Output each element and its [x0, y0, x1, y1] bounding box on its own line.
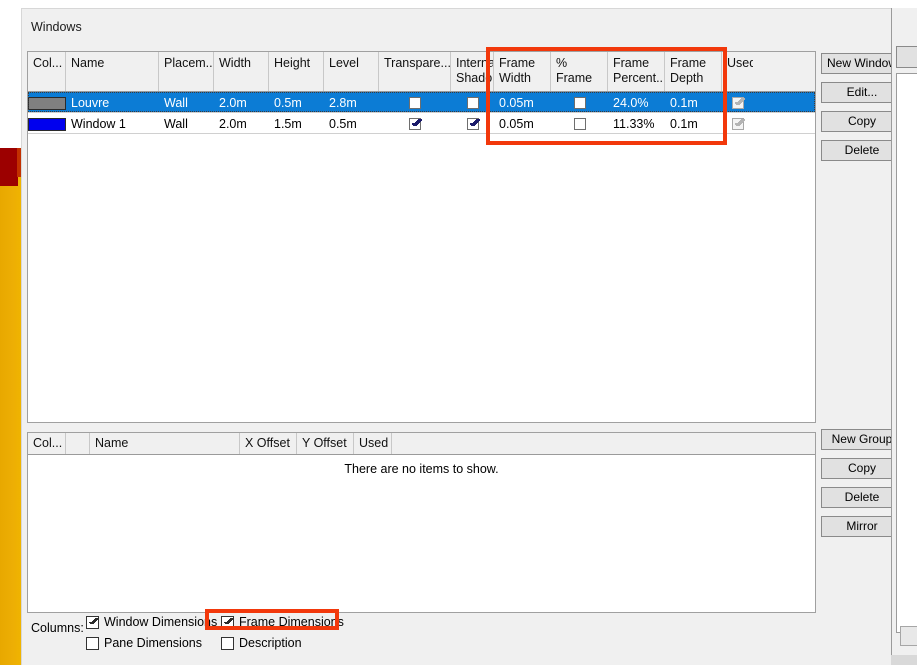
table-row[interactable]: Louvre Wall 2.0m 0.5m 2.8m 0.05m 24.0% 0.1m — [28, 92, 815, 112]
checkbox-unchecked[interactable] — [86, 636, 99, 650]
column-header[interactable]: Used — [722, 52, 753, 91]
windows-table[interactable]: Col... Name Placem... Width Height Level Trans… — [27, 51, 816, 423]
used-cell — [722, 113, 753, 133]
percent-frame-cell — [551, 92, 608, 112]
frame-percent-cell: 24.0% — [613, 96, 649, 110]
column-header[interactable]: Frame Depth — [665, 52, 722, 91]
width-cell: 2.0m — [219, 96, 247, 110]
column-header[interactable] — [66, 433, 90, 454]
frame-percent-cell: 11.33% — [613, 117, 655, 131]
column-header[interactable]: % Frame — [551, 52, 608, 91]
right-cutoff-list[interactable] — [896, 73, 917, 633]
column-option-label: Window Dimensions — [104, 615, 218, 629]
column-header[interactable]: Name — [66, 52, 159, 91]
windows-table-body[interactable]: Louvre Wall 2.0m 0.5m 2.8m 0.05m 24.0% 0.1m Wind… — [28, 92, 815, 134]
internal-shadow-cell — [451, 113, 494, 133]
column-option-pane-dimensions[interactable]: Pane Dimensions — [86, 636, 202, 650]
checkbox-checked[interactable] — [466, 118, 479, 130]
column-header[interactable]: Level — [324, 52, 379, 91]
column-option-frame-dimensions[interactable]: Frame Dimensions — [221, 615, 344, 629]
columns-label: Columns: — [31, 621, 84, 635]
column-option-description[interactable]: Description — [221, 636, 302, 650]
frame-depth-cell: 0.1m — [670, 117, 698, 131]
column-header[interactable]: Y Offset — [297, 433, 354, 454]
checkbox-unchecked[interactable] — [221, 636, 234, 650]
transparent-cell — [379, 92, 451, 112]
table-row[interactable]: Window 1 Wall 2.0m 1.5m 0.5m 0.05m 11.33% 0.1m — [28, 113, 815, 133]
pane-groups-table-header: Col... Name X Offset Y Offset Used — [28, 433, 815, 455]
frame-depth-cell: 0.1m — [670, 96, 698, 110]
color-swatch[interactable] — [28, 117, 66, 131]
column-header[interactable]: Col... — [28, 433, 66, 454]
bottom-strip — [891, 655, 917, 665]
placement-cell: Wall — [164, 96, 188, 110]
right-cutoff-small-button[interactable] — [900, 626, 917, 646]
column-header[interactable]: Width — [214, 52, 269, 91]
placement-cell: Wall — [164, 117, 188, 131]
checkbox-checked[interactable] — [409, 118, 421, 130]
transparent-cell — [379, 113, 451, 133]
column-option-label: Frame Dimensions — [239, 615, 344, 629]
column-header[interactable]: Col... — [28, 52, 66, 91]
internal-shadow-cell — [451, 92, 494, 112]
column-option-label: Description — [239, 636, 302, 650]
column-option-window-dimensions[interactable]: Window Dimensions — [86, 615, 217, 629]
frame-width-cell: 0.05m — [499, 117, 534, 131]
level-cell: 0.5m — [329, 117, 357, 131]
frame-width-cell: 0.05m — [499, 96, 534, 110]
page-title: Windows — [31, 20, 82, 34]
column-header[interactable]: Frame Percent... — [608, 52, 665, 91]
name-cell: Louvre — [71, 96, 110, 110]
column-header[interactable]: Internal Shado... — [451, 52, 494, 91]
color-cell — [28, 92, 66, 112]
background-red-strip — [0, 148, 18, 186]
checkbox-unchecked[interactable] — [573, 97, 586, 109]
right-cutoff-button[interactable] — [896, 46, 917, 68]
column-header[interactable]: X Offset — [240, 433, 297, 454]
level-cell: 2.8m — [329, 96, 357, 110]
column-header[interactable]: Height — [269, 52, 324, 91]
height-cell: 0.5m — [274, 96, 302, 110]
checkbox-unchecked[interactable] — [409, 97, 421, 109]
row-separator — [28, 133, 815, 134]
windows-table-header: Col... Name Placem... Width Height Level Trans… — [28, 52, 815, 92]
checkbox-checked[interactable] — [221, 615, 234, 629]
color-swatch[interactable] — [28, 96, 66, 110]
column-option-label: Pane Dimensions — [104, 636, 202, 650]
windows-dialog: Windows Col... Name Placem... Width Height Le… — [21, 8, 917, 665]
background-gold-strip — [0, 177, 21, 665]
checkbox-unchecked[interactable] — [466, 97, 479, 109]
column-header[interactable]: Transpare... — [379, 52, 451, 91]
color-cell — [28, 113, 66, 133]
column-header[interactable] — [392, 433, 815, 454]
column-header[interactable]: Used — [354, 433, 392, 454]
pane-groups-table[interactable]: Col... Name X Offset Y Offset Used There are… — [27, 432, 816, 613]
column-header[interactable]: Name — [90, 433, 240, 454]
column-header[interactable]: Placem... — [159, 52, 214, 91]
used-cell — [722, 92, 753, 112]
percent-frame-cell — [551, 113, 608, 133]
used-checkbox[interactable] — [731, 118, 744, 130]
checkbox-unchecked[interactable] — [573, 118, 586, 130]
used-checkbox[interactable] — [731, 97, 744, 109]
height-cell: 1.5m — [274, 117, 302, 131]
checkbox-checked[interactable] — [86, 615, 99, 629]
name-cell: Window 1 — [71, 117, 126, 131]
screen-root: Windows Col... Name Placem... Width Height Le… — [0, 0, 917, 665]
width-cell: 2.0m — [219, 117, 247, 131]
column-header[interactable]: Frame Width — [494, 52, 551, 91]
empty-state-message: There are no items to show. — [344, 462, 499, 476]
